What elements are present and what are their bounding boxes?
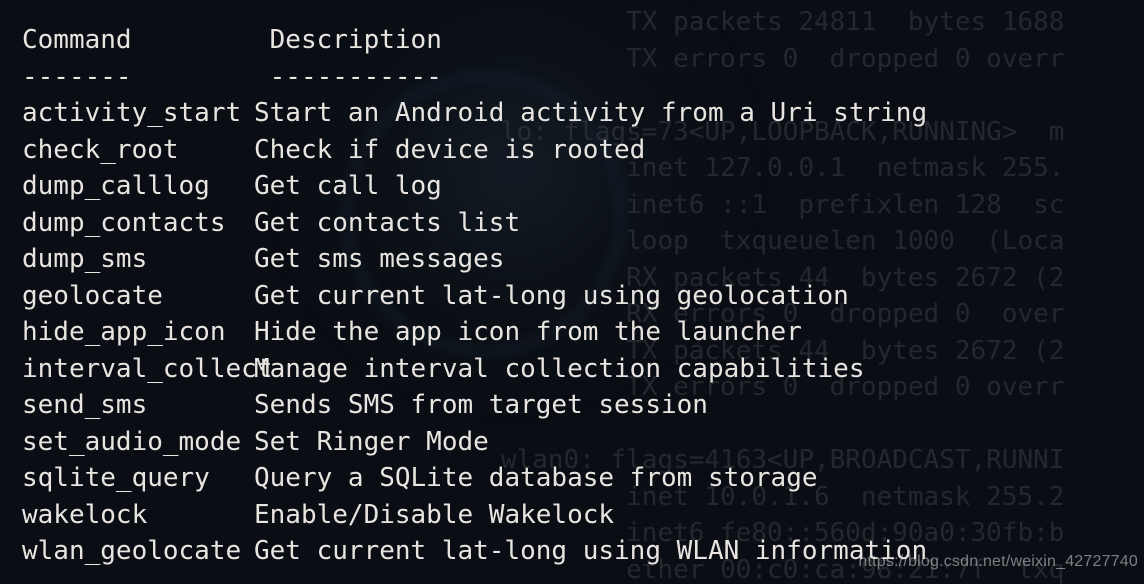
command-description: Get call log: [254, 168, 442, 205]
table-header-row: Command Description: [22, 22, 927, 59]
table-row: dump_contactsGet contacts list: [22, 205, 927, 242]
table-row: send_smsSends SMS from target session: [22, 387, 927, 424]
command-name: geolocate: [22, 278, 254, 315]
command-description: Get sms messages: [254, 241, 504, 278]
header-command: Command: [22, 22, 254, 59]
table-row: wlan_geolocateGet current lat-long using…: [22, 533, 927, 570]
command-name: wakelock: [22, 497, 254, 534]
command-description: Check if device is rooted: [254, 132, 645, 169]
command-name: check_root: [22, 132, 254, 169]
command-description: Manage interval collection capabilities: [254, 351, 864, 388]
command-name: interval_collect: [22, 351, 254, 388]
command-name: dump_contacts: [22, 205, 254, 242]
table-row: wakelockEnable/Disable Wakelock: [22, 497, 927, 534]
table-row: check_rootCheck if device is rooted: [22, 132, 927, 169]
table-row: dump_smsGet sms messages: [22, 241, 927, 278]
command-help-table: Command Description ------- ----------- …: [22, 22, 927, 570]
command-name: activity_start: [22, 95, 254, 132]
table-row: dump_calllogGet call log: [22, 168, 927, 205]
command-description: Hide the app icon from the launcher: [254, 314, 802, 351]
command-description: Get current lat-long using WLAN informat…: [254, 533, 927, 570]
divider-command: -------: [22, 59, 254, 96]
table-divider-row: ------- -----------: [22, 59, 927, 96]
command-name: dump_calllog: [22, 168, 254, 205]
table-row: interval_collectManage interval collecti…: [22, 351, 927, 388]
table-row: sqlite_queryQuery a SQLite database from…: [22, 460, 927, 497]
command-description: Enable/Disable Wakelock: [254, 497, 614, 534]
command-name: sqlite_query: [22, 460, 254, 497]
command-name: wlan_geolocate: [22, 533, 254, 570]
command-name: hide_app_icon: [22, 314, 254, 351]
command-description: Get current lat-long using geolocation: [254, 278, 849, 315]
command-description: Query a SQLite database from storage: [254, 460, 818, 497]
table-row: geolocateGet current lat-long using geol…: [22, 278, 927, 315]
command-description: Sends SMS from target session: [254, 387, 708, 424]
command-name: set_audio_mode: [22, 424, 254, 461]
command-description: Set Ringer Mode: [254, 424, 489, 461]
command-description: Start an Android activity from a Uri str…: [254, 95, 927, 132]
divider-description: -----------: [270, 59, 442, 96]
table-row: hide_app_iconHide the app icon from the …: [22, 314, 927, 351]
watermark-text: https://blog.csdn.net/weixin_42727740: [858, 544, 1138, 581]
table-row: set_audio_modeSet Ringer Mode: [22, 424, 927, 461]
command-name: send_sms: [22, 387, 254, 424]
header-description: Description: [270, 22, 442, 59]
command-description: Get contacts list: [254, 205, 520, 242]
command-name: dump_sms: [22, 241, 254, 278]
table-row: activity_startStart an Android activity …: [22, 95, 927, 132]
